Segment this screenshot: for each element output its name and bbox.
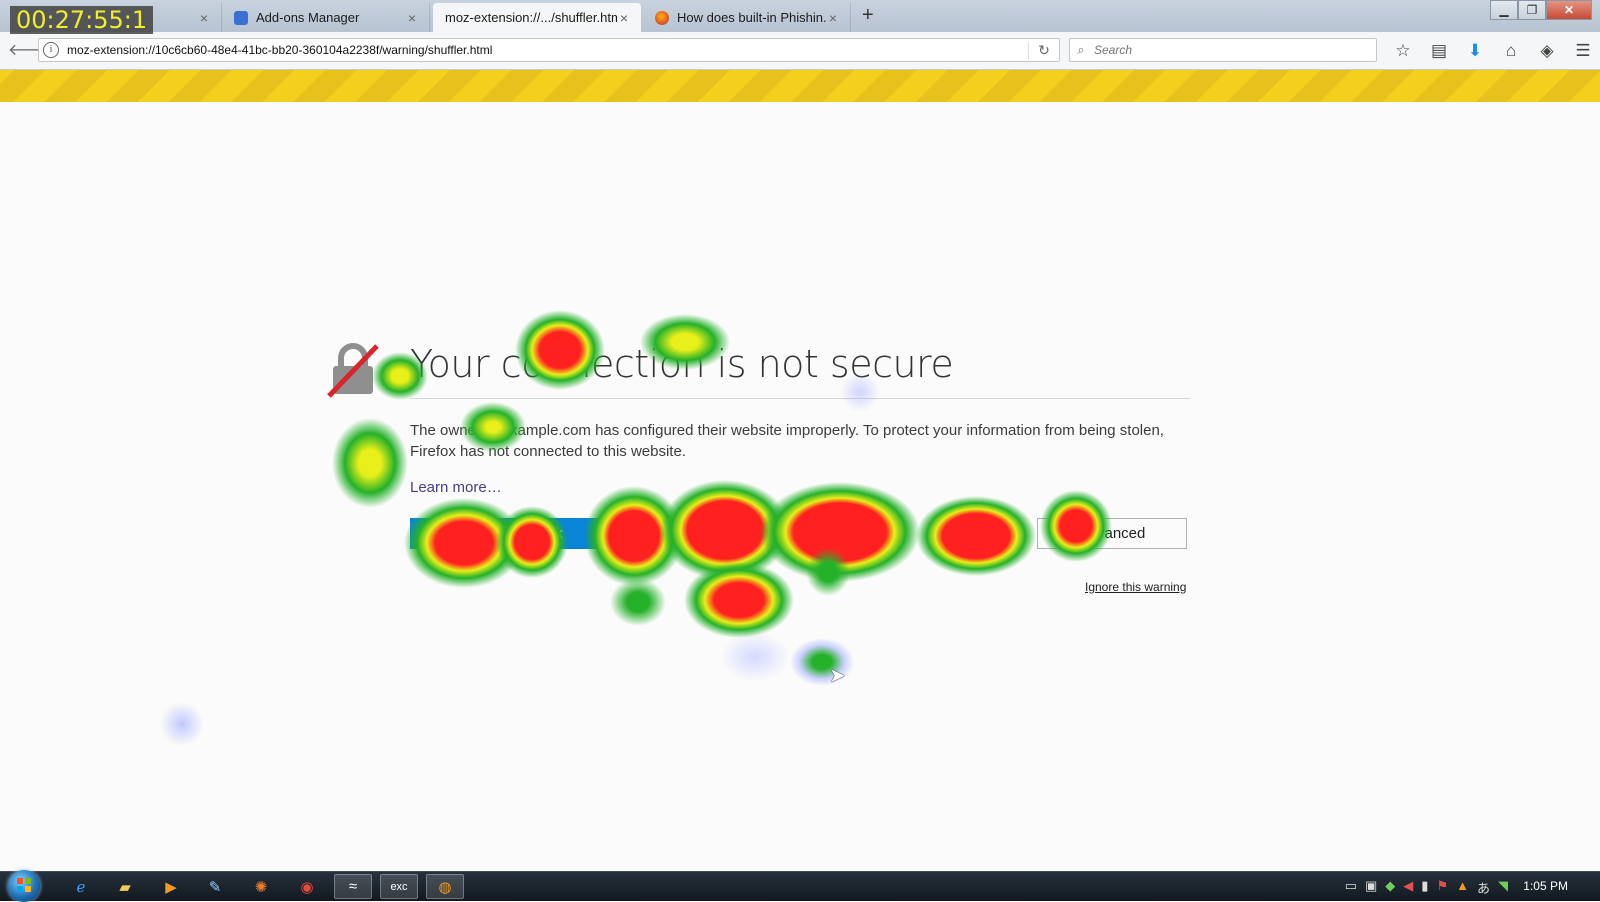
tab-close-icon[interactable]: × — [405, 10, 419, 26]
tab-phishing-question[interactable]: How does built-in Phishin... × — [643, 3, 851, 32]
signal-icon[interactable]: ▮ — [1421, 878, 1428, 897]
search-bar[interactable]: ⌕ — [1069, 38, 1377, 62]
title-divider — [410, 398, 1190, 399]
warning-stripe — [0, 70, 1600, 102]
file-explorer-icon[interactable]: ▰ — [106, 874, 144, 899]
exc-app-icon[interactable]: exc — [380, 874, 418, 899]
restore-button[interactable]: ❐ — [1518, 0, 1546, 20]
info-icon[interactable]: i — [43, 42, 59, 58]
tab-strip: 00:27:55:1 × Add-ons Manager × moz-exten… — [0, 0, 1600, 34]
tab-label: moz-extension://.../shuffler.html — [445, 10, 617, 25]
hamburger-menu-icon[interactable]: ☰ — [1565, 38, 1600, 64]
broken-lock-icon — [327, 343, 379, 398]
reading-list-icon[interactable]: ▤ — [1421, 38, 1457, 64]
url-text[interactable]: moz-extension://10c6cb60-48e4-41bc-bb20-… — [67, 43, 1028, 57]
task-app-icon[interactable]: ≈ — [334, 874, 372, 899]
start-button[interactable] — [8, 870, 40, 902]
firefox-taskbar-icon[interactable]: ◍ — [426, 874, 464, 899]
bookmark-star-icon[interactable]: ☆ — [1385, 38, 1421, 64]
media-player-icon[interactable]: ▶ — [152, 874, 190, 899]
nvidia-icon[interactable]: ◥ — [1498, 878, 1508, 897]
navigation-toolbar: 🡐 i moz-extension://10c6cb60-48e4-41bc-b… — [0, 32, 1600, 70]
ime-icon[interactable]: あ — [1477, 878, 1490, 897]
ignore-warning-link[interactable]: Ignore this warning — [1085, 580, 1186, 594]
tab-label: How does built-in Phishin... — [677, 10, 826, 25]
mouse-cursor-icon: ➤ — [829, 665, 846, 687]
tab-label: Add-ons Manager — [256, 10, 360, 25]
minimize-button[interactable]: ▁ — [1490, 0, 1518, 20]
window-controls: ▁ ❐ ✕ — [1490, 0, 1592, 20]
windows-logo-icon — [17, 878, 31, 892]
url-bar[interactable]: i moz-extension://10c6cb60-48e4-41bc-bb2… — [38, 38, 1060, 62]
paint-icon[interactable]: ✎ — [196, 874, 234, 899]
pinwheel-icon[interactable]: ✺ — [242, 874, 280, 899]
go-back-button[interactable]: Go Back — [410, 518, 658, 549]
back-button[interactable]: 🡐 — [8, 39, 51, 63]
download-icon[interactable]: ⬇ — [1457, 38, 1493, 64]
puzzle-icon — [234, 10, 248, 25]
tab-shuffler[interactable]: moz-extension://.../shuffler.html × — [433, 3, 641, 32]
flag-alert-icon[interactable]: ⚑ — [1436, 878, 1448, 897]
network-shield-icon[interactable]: ◆ — [1385, 878, 1395, 897]
notes-icon[interactable]: ▣ — [1365, 878, 1377, 897]
search-icon: ⌕ — [1077, 42, 1085, 57]
tab-close-icon[interactable]: × — [617, 10, 631, 26]
tab-addons-manager[interactable]: Add-ons Manager × — [222, 3, 430, 32]
search-input[interactable] — [1092, 42, 1376, 58]
taskbar-clock[interactable]: 1:05 PM — [1523, 879, 1568, 893]
monitor-icon[interactable]: ▭ — [1345, 878, 1357, 897]
toolbar-icons: ☆ ▤ ⬇ ⌂ ◈ ☰ — [1385, 38, 1600, 64]
recording-timer: 00:27:55:1 — [10, 6, 154, 34]
new-tab-button[interactable]: + — [862, 4, 874, 27]
tab-close-icon[interactable]: × — [826, 10, 840, 26]
chrome-icon[interactable]: ◉ — [288, 874, 326, 899]
learn-more-link[interactable]: Learn more… — [410, 479, 502, 496]
advanced-button[interactable]: Advanced — [1037, 518, 1187, 549]
update-icon[interactable]: ▲ — [1456, 878, 1469, 897]
error-page: Your connection is not secure The owner … — [0, 102, 1600, 871]
page-title: Your connection is not secure — [410, 342, 954, 386]
windows-taskbar: ℯ ▰ ▶ ✎ ✺ ◉ ≈ exc ◍ ▭ ▣ ◆ ◀ ▮ ⚑ ▲ あ ◥ 1:… — [0, 870, 1600, 902]
pocket-icon[interactable]: ◈ — [1529, 38, 1565, 64]
tab-close-icon[interactable]: × — [197, 10, 211, 26]
firefox-icon — [655, 10, 669, 25]
volume-muted-icon[interactable]: ◀ — [1403, 878, 1413, 897]
close-window-button[interactable]: ✕ — [1546, 0, 1592, 20]
system-tray: ▭ ▣ ◆ ◀ ▮ ⚑ ▲ あ ◥ — [1345, 878, 1508, 897]
reload-icon[interactable]: ↻ — [1028, 41, 1059, 59]
home-icon[interactable]: ⌂ — [1493, 38, 1529, 64]
internet-explorer-icon[interactable]: ℯ — [62, 874, 100, 899]
error-description: The owner of example.com has configured … — [410, 422, 1164, 460]
